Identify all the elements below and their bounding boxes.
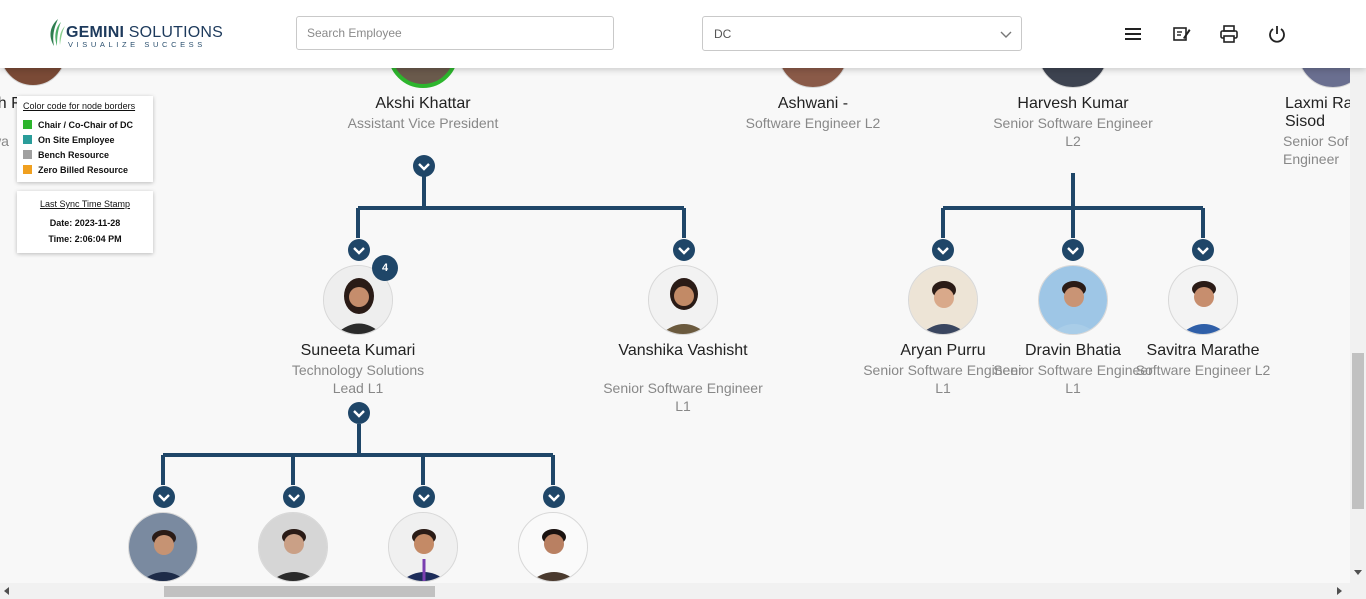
sync-date: Date: 2023-11-28 [49,218,121,228]
employee-title: Technology Solutions Lead L1 [291,362,425,396]
dc-select[interactable]: DC [702,16,1022,51]
employee-title: Senior Software Engineer L2 [993,115,1153,149]
employee-avatar[interactable] [908,265,978,335]
expand-chevron-icon[interactable] [1191,238,1215,262]
expand-chevron-icon[interactable] [412,485,436,509]
top-header: GEMINI SOLUTIONS VISUALIZE SUCCESS DC [0,0,1366,68]
orange-swatch-icon [23,165,32,174]
print-icon[interactable] [1219,24,1239,44]
horizontal-scroll-thumb[interactable] [164,586,435,597]
scroll-down-arrow-icon[interactable] [1354,570,1362,575]
dc-select-value: DC [714,27,732,41]
expand-chevron-icon[interactable] [931,238,955,262]
employee-title: Software Engineer L2 [745,115,881,131]
person-photo-icon [649,266,717,334]
expand-chevron-icon[interactable] [347,238,371,262]
employee-title: Senior Sof Engineer [1283,133,1349,167]
scroll-left-arrow-icon[interactable] [4,587,9,595]
chevron-down-icon [1000,31,1012,38]
employee-avatar[interactable] [1038,265,1108,335]
sync-time: Time: 2:06:04 PM [48,234,122,244]
power-icon[interactable] [1267,24,1287,44]
employee-name: Savitra Marathe [1146,342,1260,359]
legend-item-onsite: On Site Employee [23,135,115,145]
person-photo-icon [1169,266,1237,334]
employee-name: Laxmi Ra Sisod [1285,95,1353,130]
expand-chevron-icon[interactable] [672,238,696,262]
logo-leaf-icon [50,19,65,46]
employee-title: Software Engineer L2 [1135,362,1271,378]
legend-item-zero-billed: Zero Billed Resource [23,165,128,175]
border-color-legend: Color code for node borders Chair / Co-C… [17,96,153,182]
legend-item-bench: Bench Resource [23,150,109,160]
teal-swatch-icon [23,135,32,144]
expand-chevron-icon[interactable] [542,485,566,509]
green-swatch-icon [23,120,32,129]
sync-title: Last Sync Time Stamp [39,199,131,209]
sync-timestamp-panel: Last Sync Time Stamp Date: 2023-11-28 Ti… [17,191,153,253]
employee-name: Vanshika Vashisht [618,342,748,359]
expand-chevron-icon[interactable] [347,401,371,425]
person-photo-icon [1039,266,1107,334]
company-logo[interactable]: GEMINI SOLUTIONS VISUALIZE SUCCESS [46,16,223,52]
employee-title: Assistant Vice President [347,115,499,131]
menu-icon[interactable] [1123,24,1143,44]
expand-chevron-icon[interactable] [282,485,306,509]
employee-avatar[interactable] [648,265,718,335]
gray-swatch-icon [23,150,32,159]
legend-title: Color code for node borders [23,101,136,111]
employee-name: Suneeta Kumari [300,342,416,359]
expand-chevron-icon[interactable] [1061,238,1085,262]
employee-name: Ashwani - [777,95,849,112]
expand-chevron-icon[interactable] [152,485,176,509]
expand-chevron-icon[interactable] [412,154,436,178]
search-employee-input[interactable] [296,16,614,50]
edit-note-icon[interactable] [1171,24,1191,44]
employee-avatar[interactable] [1168,265,1238,335]
employee-title: Senior Software Engineer L1 [603,380,763,414]
employee-name: Harvesh Kumar [1017,95,1129,112]
employee-name: Akshi Khattar [375,95,471,112]
person-photo-icon [909,266,977,334]
legend-item-chair: Chair / Co-Chair of DC [23,120,133,130]
direct-reports-count-badge: 4 [372,255,398,281]
logo-tagline: VISUALIZE SUCCESS [68,40,206,49]
scroll-right-arrow-icon[interactable] [1337,587,1342,595]
vertical-scroll-thumb[interactable] [1352,353,1364,509]
